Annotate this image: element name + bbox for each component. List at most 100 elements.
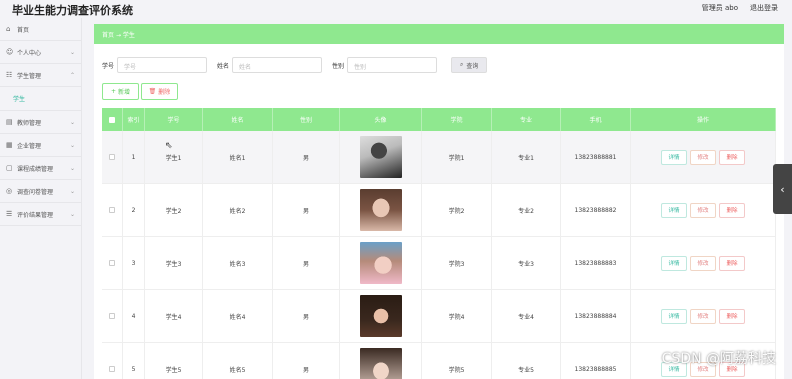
cell-index: 3 (123, 237, 145, 289)
action-bar: + 新增 🗑 删除 (102, 83, 178, 100)
sidebar-item-label: 个人中心 (17, 49, 42, 57)
cell-name: 姓名1 (203, 131, 273, 183)
top-bar: 毕业生能力调查评价系统 管理员 abo 退出登录 (0, 0, 792, 18)
cell-phone: 13823888881 (561, 131, 631, 183)
row-checkbox[interactable] (109, 313, 115, 319)
add-button[interactable]: + 新增 (102, 83, 139, 100)
avatar (359, 189, 402, 231)
cell-gender: 男 (273, 131, 340, 183)
col-header-student-no: 学号 (145, 108, 203, 131)
cell-college: 学院1 (422, 131, 492, 183)
sidebar-item-teachers[interactable]: ▤ 教师管理 ⌄ (0, 111, 81, 134)
bulk-delete-button-label: 删除 (158, 89, 171, 96)
search-icon: ⌕ (460, 61, 464, 68)
breadcrumb-home[interactable]: 首页 (102, 32, 114, 39)
logout-link[interactable]: 退出登录 (750, 3, 778, 13)
top-right-links: 管理员 abo 退出登录 (702, 3, 778, 13)
avatar (359, 348, 402, 379)
row-checkbox[interactable] (109, 207, 115, 213)
row-checkbox[interactable] (109, 260, 115, 266)
delete-button[interactable]: 删除 (719, 255, 745, 271)
breadcrumb-current: 学生 (122, 32, 135, 39)
cell-phone: 13823888883 (561, 237, 631, 289)
sidebar-item-home[interactable]: ⌂ 首页 (0, 18, 81, 41)
gender-label: 性别 (332, 62, 345, 70)
col-header-major: 专业 (492, 108, 561, 131)
table-row[interactable]: 4 学生4 姓名4 男 学院4 专业4 13823888884 详情 修改 删除 (102, 290, 776, 343)
col-header-name: 姓名 (203, 108, 273, 131)
teacher-icon: ▤ (6, 117, 13, 126)
sidebar-item-label: 评价结果管理 (17, 211, 54, 219)
sidebar-item-label: 课程成绩管理 (17, 165, 54, 173)
view-button[interactable]: 详情 (661, 308, 687, 324)
cell-major: 专业2 (492, 184, 561, 236)
avatar (359, 136, 402, 178)
chevron-left-icon[interactable]: ‹ (773, 164, 792, 214)
delete-button[interactable]: 删除 (719, 202, 745, 218)
table-row[interactable]: 3 学生3 姓名3 男 学院3 专业3 13823888883 详情 修改 删除 (102, 237, 776, 290)
sidebar-item-label: 调查问卷管理 (17, 188, 54, 196)
edit-button[interactable]: 修改 (690, 255, 716, 271)
cell-major: 专业1 (492, 131, 561, 183)
sidebar-item-profile[interactable]: ☺ 个人中心 ⌄ (0, 41, 81, 64)
bulk-delete-button[interactable]: 🗑 删除 (141, 83, 178, 100)
chevron-down-icon: ⌄ (69, 119, 75, 126)
cell-index: 4 (123, 290, 145, 342)
result-icon: ☰ (6, 209, 13, 218)
search-form: 学号 学号 姓名 姓名 性别 性别 ⌕ 查询 (102, 57, 488, 73)
select-all-checkbox[interactable] (109, 116, 115, 123)
chevron-down-icon: ⌄ (69, 49, 75, 56)
col-header-college: 学院 (422, 108, 492, 131)
name-input[interactable]: 姓名 (232, 57, 323, 73)
student-table: 索引 学号 姓名 性别 头像 学院 专业 手机 操作 1 学生1 姓名1 男 学… (102, 108, 776, 379)
edit-button[interactable]: 修改 (690, 202, 716, 218)
table-row[interactable]: 2 学生2 姓名2 男 学院2 专业2 13823888882 详情 修改 删除 (102, 184, 776, 237)
view-button[interactable]: 详情 (661, 202, 687, 218)
sidebar-item-students[interactable]: ☷ 学生管理 ⌃ (0, 64, 81, 87)
cell-major: 专业3 (492, 237, 561, 289)
sidebar-item-course-grades[interactable]: ▢ 课程成绩管理 ⌄ (0, 157, 81, 180)
sidebar-item-label: 企业管理 (17, 142, 42, 150)
cell-student-no: 学生4 (145, 290, 203, 342)
col-header-actions: 操作 (631, 108, 776, 131)
mouse-cursor-icon: ⇖ (165, 141, 173, 151)
cell-gender: 男 (273, 184, 340, 236)
cell-name: 姓名3 (203, 237, 273, 289)
cell-college: 学院3 (422, 237, 492, 289)
delete-button[interactable]: 删除 (719, 149, 745, 165)
table-header: 索引 学号 姓名 性别 头像 学院 专业 手机 操作 (102, 108, 776, 131)
cell-index: 5 (123, 343, 145, 379)
avatar (359, 242, 402, 284)
edit-button[interactable]: 修改 (690, 149, 716, 165)
chevron-down-icon: ⌄ (69, 165, 75, 172)
sidebar-item-results[interactable]: ☰ 评价结果管理 ⌄ (0, 203, 81, 226)
student-no-input[interactable]: 学号 (117, 57, 208, 73)
edit-button[interactable]: 修改 (690, 308, 716, 324)
watermark: CSDN @阿荔科技 (661, 351, 776, 367)
cell-college: 学院2 (422, 184, 492, 236)
sidebar-item-surveys[interactable]: ◎ 调查问卷管理 ⌄ (0, 180, 81, 203)
view-button[interactable]: 详情 (661, 149, 687, 165)
building-icon: ▦ (6, 140, 13, 149)
delete-button[interactable]: 删除 (719, 308, 745, 324)
row-checkbox[interactable] (109, 366, 115, 372)
gender-input[interactable]: 性别 (347, 57, 438, 73)
current-user[interactable]: 管理员 abo (702, 3, 738, 13)
survey-icon: ◎ (6, 186, 13, 195)
cell-college: 学院4 (422, 290, 492, 342)
sidebar-item-companies[interactable]: ▦ 企业管理 ⌄ (0, 134, 81, 157)
user-icon: ☺ (6, 47, 14, 56)
cell-phone: 13823888885 (561, 343, 631, 379)
col-header-phone: 手机 (561, 108, 631, 131)
cell-gender: 男 (273, 343, 340, 379)
table-row[interactable]: 1 学生1 姓名1 男 学院1 专业1 13823888881 详情 修改 删除 (102, 131, 776, 184)
name-label: 姓名 (217, 62, 230, 70)
col-header-index: 索引 (123, 108, 145, 131)
view-button[interactable]: 详情 (661, 255, 687, 271)
row-checkbox[interactable] (109, 154, 115, 160)
cell-student-no: 学生1 (145, 131, 203, 183)
query-button[interactable]: ⌕ 查询 (451, 57, 488, 73)
sidebar-subitem-student[interactable]: 学生 (0, 87, 81, 111)
avatar (359, 295, 402, 337)
cell-gender: 男 (273, 290, 340, 342)
